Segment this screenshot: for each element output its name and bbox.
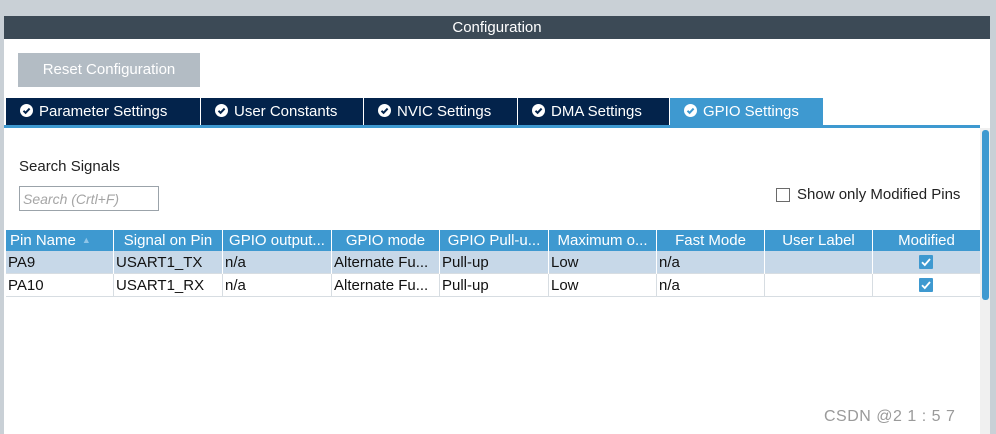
cell-gpio-pull: Pull-up [440,274,549,297]
tab-dma-settings[interactable]: DMA Settings [518,98,669,125]
check-circle-icon [215,104,228,117]
vertical-scrollbar[interactable] [980,128,990,434]
window-title: Configuration [452,19,542,36]
tab-label: GPIO Settings [703,103,799,120]
column-header-signal-on-pin[interactable]: Signal on Pin [114,230,223,251]
modified-checkbox[interactable] [919,278,933,292]
cell-maximum-output: Low [549,251,657,274]
window-right-edge [990,16,996,434]
show-only-modified-checkbox[interactable] [776,188,790,202]
column-header-fast-mode[interactable]: Fast Mode [657,230,765,251]
check-icon [921,281,931,290]
cell-signal-on-pin: USART1_RX [114,274,223,297]
tab-label: Parameter Settings [39,103,168,120]
table-row[interactable]: PA9 USART1_TX n/a Alternate Fu... Pull-u… [6,251,980,274]
table-header: Pin Name ▲ Signal on Pin GPIO output... G… [6,230,980,251]
scrollbar-thumb[interactable] [982,130,989,300]
settings-tab-bar: Parameter Settings User Constants NVIC S… [4,98,980,128]
cell-fast-mode: n/a [657,251,765,274]
search-signals-input[interactable] [19,186,159,211]
column-header-gpio-mode[interactable]: GPIO mode [332,230,440,251]
column-header-gpio-output[interactable]: GPIO output... [223,230,332,251]
tab-gpio-settings[interactable]: GPIO Settings [670,98,823,125]
cell-fast-mode: n/a [657,274,765,297]
check-circle-icon [532,104,545,117]
cell-maximum-output: Low [549,274,657,297]
cell-gpio-mode: Alternate Fu... [332,274,440,297]
configuration-panel: Reset Configuration Parameter Settings U… [4,39,990,434]
cell-user-label [765,274,873,297]
cell-pin-name: PA9 [6,251,114,274]
column-header-gpio-pull[interactable]: GPIO Pull-u... [440,230,549,251]
cell-pin-name: PA10 [6,274,114,297]
modified-checkbox[interactable] [919,255,933,269]
tab-label: NVIC Settings [397,103,492,120]
tab-user-constants[interactable]: User Constants [201,98,363,125]
cell-user-label [765,251,873,274]
tab-nvic-settings[interactable]: NVIC Settings [364,98,517,125]
search-signals-label: Search Signals [19,158,120,175]
column-header-modified[interactable]: Modified [873,230,980,251]
check-icon [921,258,931,267]
check-circle-icon [378,104,391,117]
column-header-pin-name[interactable]: Pin Name ▲ [6,230,114,251]
show-only-modified-label: Show only Modified Pins [797,186,961,203]
window-top-strip [0,0,996,16]
tab-parameter-settings[interactable]: Parameter Settings [6,98,200,125]
cell-gpio-pull: Pull-up [440,251,549,274]
tab-label: DMA Settings [551,103,642,120]
check-circle-icon [684,104,697,117]
column-header-user-label[interactable]: User Label [765,230,873,251]
csdn-watermark: CSDN @2 1 : 5 7 [824,408,956,425]
sort-ascending-icon: ▲ [81,235,91,245]
cell-signal-on-pin: USART1_TX [114,251,223,274]
column-header-maximum-output[interactable]: Maximum o... [549,230,657,251]
configuration-title-bar: Configuration [4,16,990,39]
table-row[interactable]: PA10 USART1_RX n/a Alternate Fu... Pull-… [6,274,980,297]
reset-configuration-button[interactable]: Reset Configuration [18,53,200,87]
tab-label: User Constants [234,103,338,120]
cell-gpio-output: n/a [223,251,332,274]
cell-gpio-output: n/a [223,274,332,297]
cell-gpio-mode: Alternate Fu... [332,251,440,274]
check-circle-icon [20,104,33,117]
